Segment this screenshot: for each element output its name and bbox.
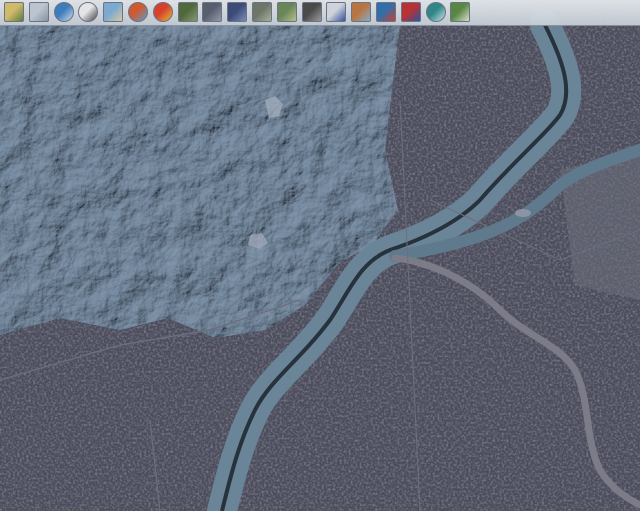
draw-line-icon[interactable] xyxy=(326,2,347,22)
world-globe-icon[interactable] xyxy=(425,2,446,22)
satellite-map[interactable] xyxy=(0,0,640,511)
imagery-thumb-1-icon[interactable] xyxy=(177,2,198,22)
flag-map-icon[interactable] xyxy=(400,2,421,22)
imagery-thumb-2-icon[interactable] xyxy=(202,2,223,22)
stadium xyxy=(515,209,531,217)
landsat-icon[interactable] xyxy=(103,2,124,22)
thermal-map-icon[interactable] xyxy=(152,2,173,22)
grid-icon[interactable] xyxy=(28,2,49,22)
overlay-toggle-icon[interactable] xyxy=(376,2,396,22)
zoom-magnifier-icon[interactable] xyxy=(78,2,99,22)
map-toolbar xyxy=(0,0,640,26)
imagery-thumb-5-icon[interactable] xyxy=(276,2,297,22)
layer-select-icon[interactable] xyxy=(4,2,24,22)
elevation-map-icon[interactable] xyxy=(128,2,148,22)
globe-icon[interactable] xyxy=(53,2,74,22)
imagery-thumb-4-icon[interactable] xyxy=(252,2,272,22)
measure-icon[interactable] xyxy=(351,2,372,22)
usa-map-icon[interactable] xyxy=(450,2,471,22)
imagery-thumb-6-icon[interactable] xyxy=(301,2,322,22)
imagery-thumb-3-icon[interactable] xyxy=(227,2,248,22)
